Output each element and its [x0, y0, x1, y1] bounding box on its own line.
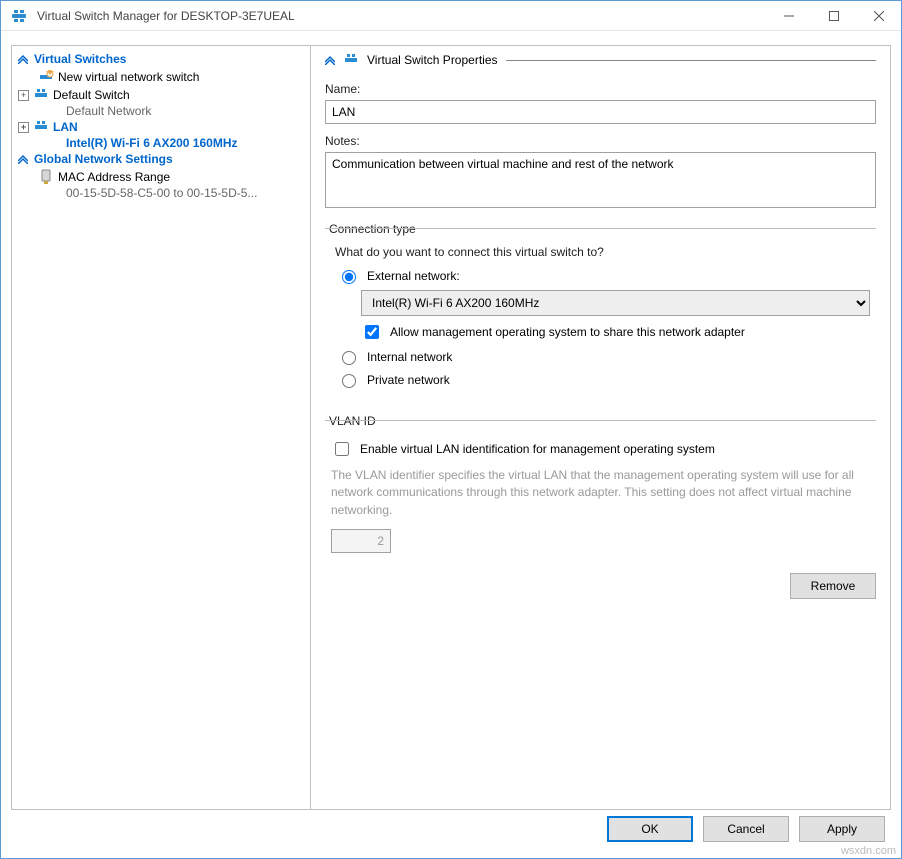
- section-label: Global Network Settings: [34, 152, 173, 166]
- vlan-id-input: [331, 529, 391, 553]
- vlan-group: VLAN ID Enable virtual LAN identificatio…: [325, 414, 876, 559]
- checkbox-allow-mgmt-input[interactable]: [365, 325, 379, 339]
- panel-header: Virtual Switch Properties: [325, 52, 876, 68]
- watermark: wsxdn.com: [841, 845, 896, 857]
- remove-button[interactable]: Remove: [790, 573, 876, 599]
- svg-text:✦: ✦: [45, 70, 54, 79]
- maximize-button[interactable]: [811, 1, 856, 30]
- connection-question: What do you want to connect this virtual…: [335, 245, 870, 259]
- sidebar-item-label: New virtual network switch: [58, 70, 199, 84]
- radio-private-input[interactable]: [342, 374, 356, 388]
- minimize-button[interactable]: [766, 1, 811, 30]
- connection-type-group: Connection type What do you want to conn…: [325, 222, 876, 400]
- radio-label: Private network: [367, 373, 450, 387]
- switch-icon: [343, 52, 359, 68]
- name-input[interactable]: [325, 100, 876, 124]
- adapter-select[interactable]: Intel(R) Wi-Fi 6 AX200 160MHz: [361, 290, 870, 316]
- radio-external-input[interactable]: [342, 270, 356, 284]
- nic-icon: [38, 169, 54, 185]
- sidebar: Virtual Switches ✦ New virtual network s…: [11, 45, 311, 810]
- checkbox-enable-vlan-input[interactable]: [335, 442, 349, 456]
- window: Virtual Switch Manager for DESKTOP-3E7UE…: [0, 0, 902, 859]
- sidebar-item-new-switch[interactable]: ✦ New virtual network switch: [16, 68, 306, 86]
- radio-internal[interactable]: Internal network: [337, 348, 870, 365]
- notes-label: Notes:: [325, 134, 876, 148]
- radio-label: External network:: [367, 269, 460, 283]
- sidebar-item-subtitle: 00-15-5D-58-C5-00 to 00-15-5D-5...: [16, 186, 306, 200]
- panel-title: Virtual Switch Properties: [367, 53, 498, 67]
- vlan-description: The VLAN identifier specifies the virtua…: [331, 467, 870, 519]
- close-button[interactable]: [856, 1, 901, 30]
- collapse-icon: [18, 154, 28, 164]
- sidebar-item-label: LAN: [53, 120, 78, 134]
- sidebar-item-mac-range[interactable]: MAC Address Range: [16, 168, 306, 186]
- content-area: Virtual Switches ✦ New virtual network s…: [1, 31, 901, 810]
- radio-label: Internal network: [367, 350, 452, 364]
- titlebar: Virtual Switch Manager for DESKTOP-3E7UE…: [1, 1, 901, 31]
- checkbox-enable-vlan[interactable]: Enable virtual LAN identification for ma…: [331, 439, 870, 459]
- radio-internal-input[interactable]: [342, 351, 356, 365]
- app-icon: [9, 6, 29, 26]
- properties-panel: Virtual Switch Properties Name: Notes: C…: [311, 45, 891, 810]
- sidebar-item-default-switch[interactable]: + Default Switch: [16, 86, 306, 104]
- checkbox-allow-mgmt[interactable]: Allow management operating system to sha…: [361, 322, 870, 342]
- sidebar-item-label: MAC Address Range: [58, 170, 170, 184]
- radio-private[interactable]: Private network: [337, 371, 870, 388]
- sidebar-item-lan[interactable]: + LAN: [16, 118, 306, 136]
- sidebar-item-label: Default Switch: [53, 88, 130, 102]
- radio-external[interactable]: External network:: [337, 267, 870, 284]
- cancel-button[interactable]: Cancel: [703, 816, 789, 842]
- window-title: Virtual Switch Manager for DESKTOP-3E7UE…: [37, 9, 766, 23]
- notes-input[interactable]: Communication between virtual machine an…: [325, 152, 876, 208]
- checkbox-label: Allow management operating system to sha…: [390, 325, 745, 339]
- name-label: Name:: [325, 82, 876, 96]
- switch-icon: [33, 119, 49, 135]
- apply-button[interactable]: Apply: [799, 816, 885, 842]
- collapse-icon: [325, 55, 335, 65]
- switch-new-icon: ✦: [38, 69, 54, 85]
- checkbox-label: Enable virtual LAN identification for ma…: [360, 442, 715, 456]
- sidebar-item-subtitle: Default Network: [16, 104, 306, 118]
- expand-icon[interactable]: +: [18, 122, 29, 133]
- sidebar-item-subtitle: Intel(R) Wi-Fi 6 AX200 160MHz: [16, 136, 306, 150]
- collapse-icon: [18, 54, 28, 64]
- section-global-settings[interactable]: Global Network Settings: [16, 150, 306, 168]
- dialog-footer: OK Cancel Apply: [1, 810, 901, 858]
- section-virtual-switches[interactable]: Virtual Switches: [16, 50, 306, 68]
- section-label: Virtual Switches: [34, 52, 126, 66]
- ok-button[interactable]: OK: [607, 816, 693, 842]
- divider: [506, 60, 877, 61]
- expand-icon[interactable]: +: [18, 90, 29, 101]
- switch-icon: [33, 87, 49, 103]
